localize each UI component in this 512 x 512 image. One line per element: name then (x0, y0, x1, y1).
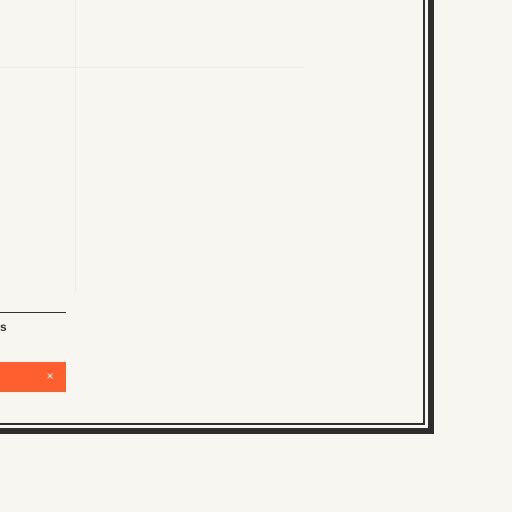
close-icon[interactable]: × (44, 369, 56, 383)
screen: s × (0, 0, 512, 512)
grid-line (0, 67, 304, 68)
sidebar-item-label[interactable]: s (0, 320, 66, 336)
sidebar-divider (0, 312, 66, 313)
grid-line (75, 0, 76, 292)
alert-bar: × (0, 362, 66, 392)
sidebar-item-label-text: s (0, 320, 7, 334)
